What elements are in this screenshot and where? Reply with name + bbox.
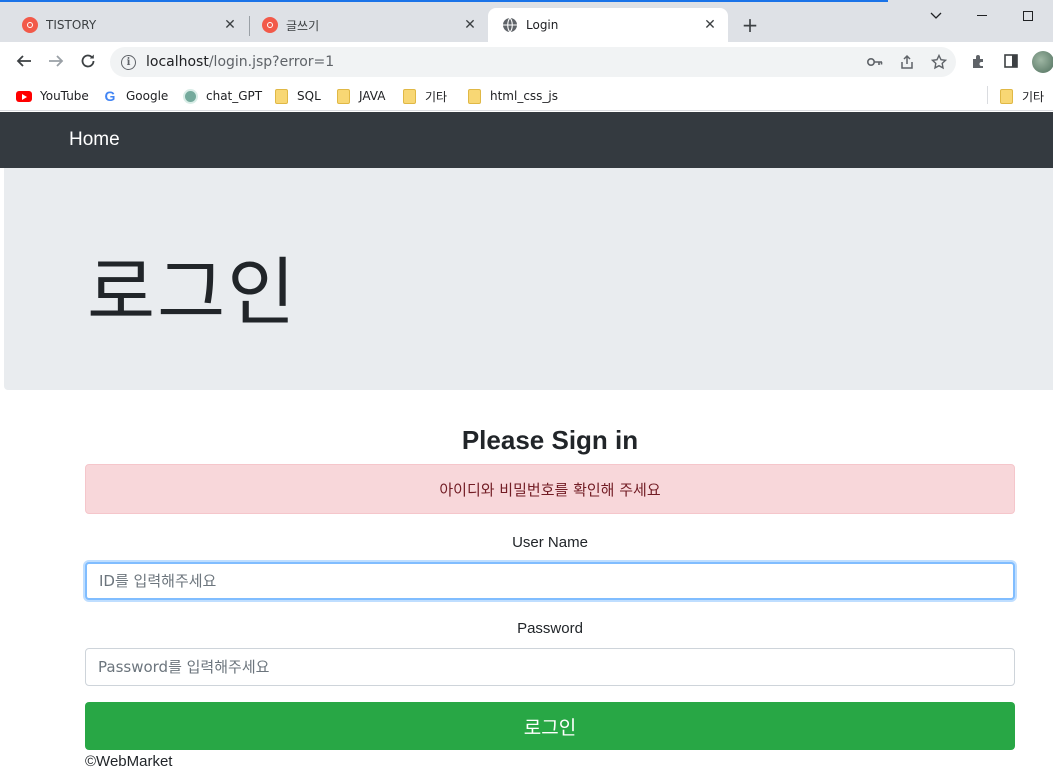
bookmarks-bar: YouTube G Google chat_GPT SQL JAVA 기타 ht… bbox=[0, 80, 1053, 111]
url-text: localhost/login.jsp?error=1 bbox=[146, 54, 335, 70]
side-panel-icon[interactable] bbox=[1001, 51, 1021, 71]
error-alert: 아이디와 비밀번호를 확인해 주세요 bbox=[85, 464, 1015, 514]
forward-button[interactable] bbox=[42, 47, 70, 75]
bookmark-label: JAVA bbox=[359, 89, 386, 103]
key-icon[interactable] bbox=[866, 53, 884, 71]
page-title: 로그인 bbox=[87, 250, 298, 336]
folder-icon bbox=[466, 88, 482, 104]
extensions-icon[interactable] bbox=[969, 51, 989, 71]
reload-button[interactable] bbox=[74, 47, 102, 75]
tab-strip: TISTORY ✕ 글쓰기 ✕ Login ✕ + bbox=[0, 0, 1053, 42]
minimize-button[interactable] bbox=[959, 4, 1005, 28]
chatgpt-icon bbox=[182, 88, 198, 104]
close-icon[interactable]: ✕ bbox=[700, 15, 720, 35]
footer-copyright: ©WebMarket bbox=[85, 753, 173, 770]
signin-heading: Please Sign in bbox=[461, 425, 639, 455]
bookmark-folder-etc-2[interactable]: 기타 bbox=[998, 85, 1044, 107]
bookmark-folder-java[interactable]: JAVA bbox=[335, 85, 385, 107]
folder-icon bbox=[335, 88, 351, 104]
home-link[interactable]: Home bbox=[69, 129, 120, 151]
bookmark-label: SQL bbox=[297, 89, 321, 103]
folder-icon bbox=[401, 88, 417, 104]
bookmark-star-icon[interactable] bbox=[930, 53, 948, 71]
tistory-icon bbox=[22, 17, 38, 33]
bookmark-folder-sql[interactable]: SQL bbox=[273, 85, 321, 107]
share-icon[interactable] bbox=[898, 53, 916, 71]
web-page: Home 로그인 Please Sign in 아이디와 비밀번호를 확인해 주… bbox=[0, 112, 1053, 770]
bookmark-label: 기타 bbox=[1022, 89, 1045, 104]
jumbotron: 로그인 bbox=[4, 168, 1053, 390]
folder-icon bbox=[998, 88, 1014, 104]
bookmark-google[interactable]: G Google bbox=[102, 85, 169, 107]
tab-title: 글쓰기 bbox=[286, 18, 320, 33]
bookmark-label: YouTube bbox=[40, 89, 89, 103]
bookmark-folder-etc[interactable]: 기타 bbox=[401, 85, 447, 107]
bookmark-folder-html-css-js[interactable]: html_css_js bbox=[466, 85, 558, 107]
back-button[interactable] bbox=[10, 47, 38, 75]
tab-title: TISTORY bbox=[46, 18, 97, 32]
username-input[interactable] bbox=[85, 562, 1015, 600]
tab-title: Login bbox=[526, 18, 559, 32]
google-icon: G bbox=[104, 88, 116, 104]
tistory-icon bbox=[262, 17, 278, 33]
bookmark-label: 기타 bbox=[425, 89, 448, 104]
new-tab-button[interactable]: + bbox=[738, 14, 762, 38]
site-navbar: Home bbox=[0, 112, 1053, 168]
bookmark-label: chat_GPT bbox=[206, 89, 263, 103]
folder-icon bbox=[273, 88, 289, 104]
bookmark-youtube[interactable]: YouTube bbox=[16, 85, 89, 107]
maximize-button[interactable] bbox=[1005, 4, 1051, 28]
bookmark-label: html_css_js bbox=[490, 89, 559, 103]
tab-write[interactable]: 글쓰기 ✕ bbox=[248, 8, 488, 42]
bookmark-label: Google bbox=[126, 89, 169, 103]
login-button[interactable]: 로그인 bbox=[85, 702, 1015, 750]
username-label: User Name bbox=[512, 534, 588, 551]
close-icon[interactable]: ✕ bbox=[220, 15, 240, 35]
bookmark-chat-gpt[interactable]: chat_GPT bbox=[182, 85, 262, 107]
bookmarks-divider bbox=[987, 86, 988, 104]
profile-avatar[interactable] bbox=[1032, 51, 1053, 73]
tab-login[interactable]: Login ✕ bbox=[488, 8, 728, 42]
tab-tistory[interactable]: TISTORY ✕ bbox=[8, 8, 248, 42]
loading-indicator bbox=[0, 0, 888, 2]
youtube-icon bbox=[16, 88, 32, 104]
address-bar[interactable]: i localhost/login.jsp?error=1 bbox=[110, 47, 956, 77]
tab-search-icon[interactable] bbox=[913, 4, 959, 28]
password-input[interactable] bbox=[85, 648, 1015, 686]
password-label: Password bbox=[517, 620, 583, 637]
site-info-icon[interactable]: i bbox=[121, 54, 136, 70]
close-icon[interactable]: ✕ bbox=[460, 15, 480, 35]
browser-toolbar: i localhost/login.jsp?error=1 bbox=[0, 42, 1053, 80]
globe-icon bbox=[502, 17, 518, 33]
